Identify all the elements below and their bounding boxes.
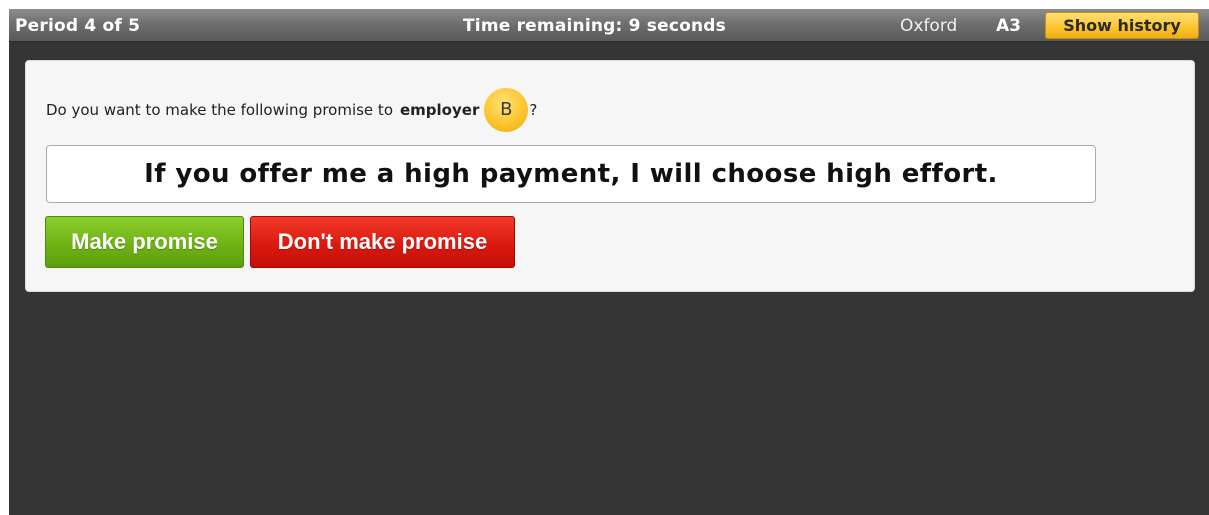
partner-badge: B: [484, 88, 529, 132]
question-text: Do you want to make the following promis…: [46, 101, 393, 119]
dont-make-promise-button[interactable]: Don't make promise: [250, 216, 515, 268]
player-id: A3: [996, 16, 1021, 36]
decision-panel: Do you want to make the following promis…: [25, 60, 1195, 292]
app-frame: Period 4 of 5 Time remaining: 9 seconds …: [9, 9, 1209, 515]
make-promise-button[interactable]: Make promise: [45, 216, 244, 268]
top-status-bar: Period 4 of 5 Time remaining: 9 seconds …: [9, 9, 1209, 42]
show-history-button[interactable]: Show history: [1045, 12, 1199, 39]
session-location: Oxford: [900, 16, 958, 36]
question-mark: ?: [529, 101, 538, 119]
promise-question: Do you want to make the following promis…: [46, 88, 538, 132]
partner-role: employer: [400, 101, 480, 119]
period-indicator: Period 4 of 5: [15, 16, 141, 36]
time-remaining: Time remaining: 9 seconds: [463, 16, 726, 36]
promise-statement: If you offer me a high payment, I will c…: [46, 145, 1096, 203]
